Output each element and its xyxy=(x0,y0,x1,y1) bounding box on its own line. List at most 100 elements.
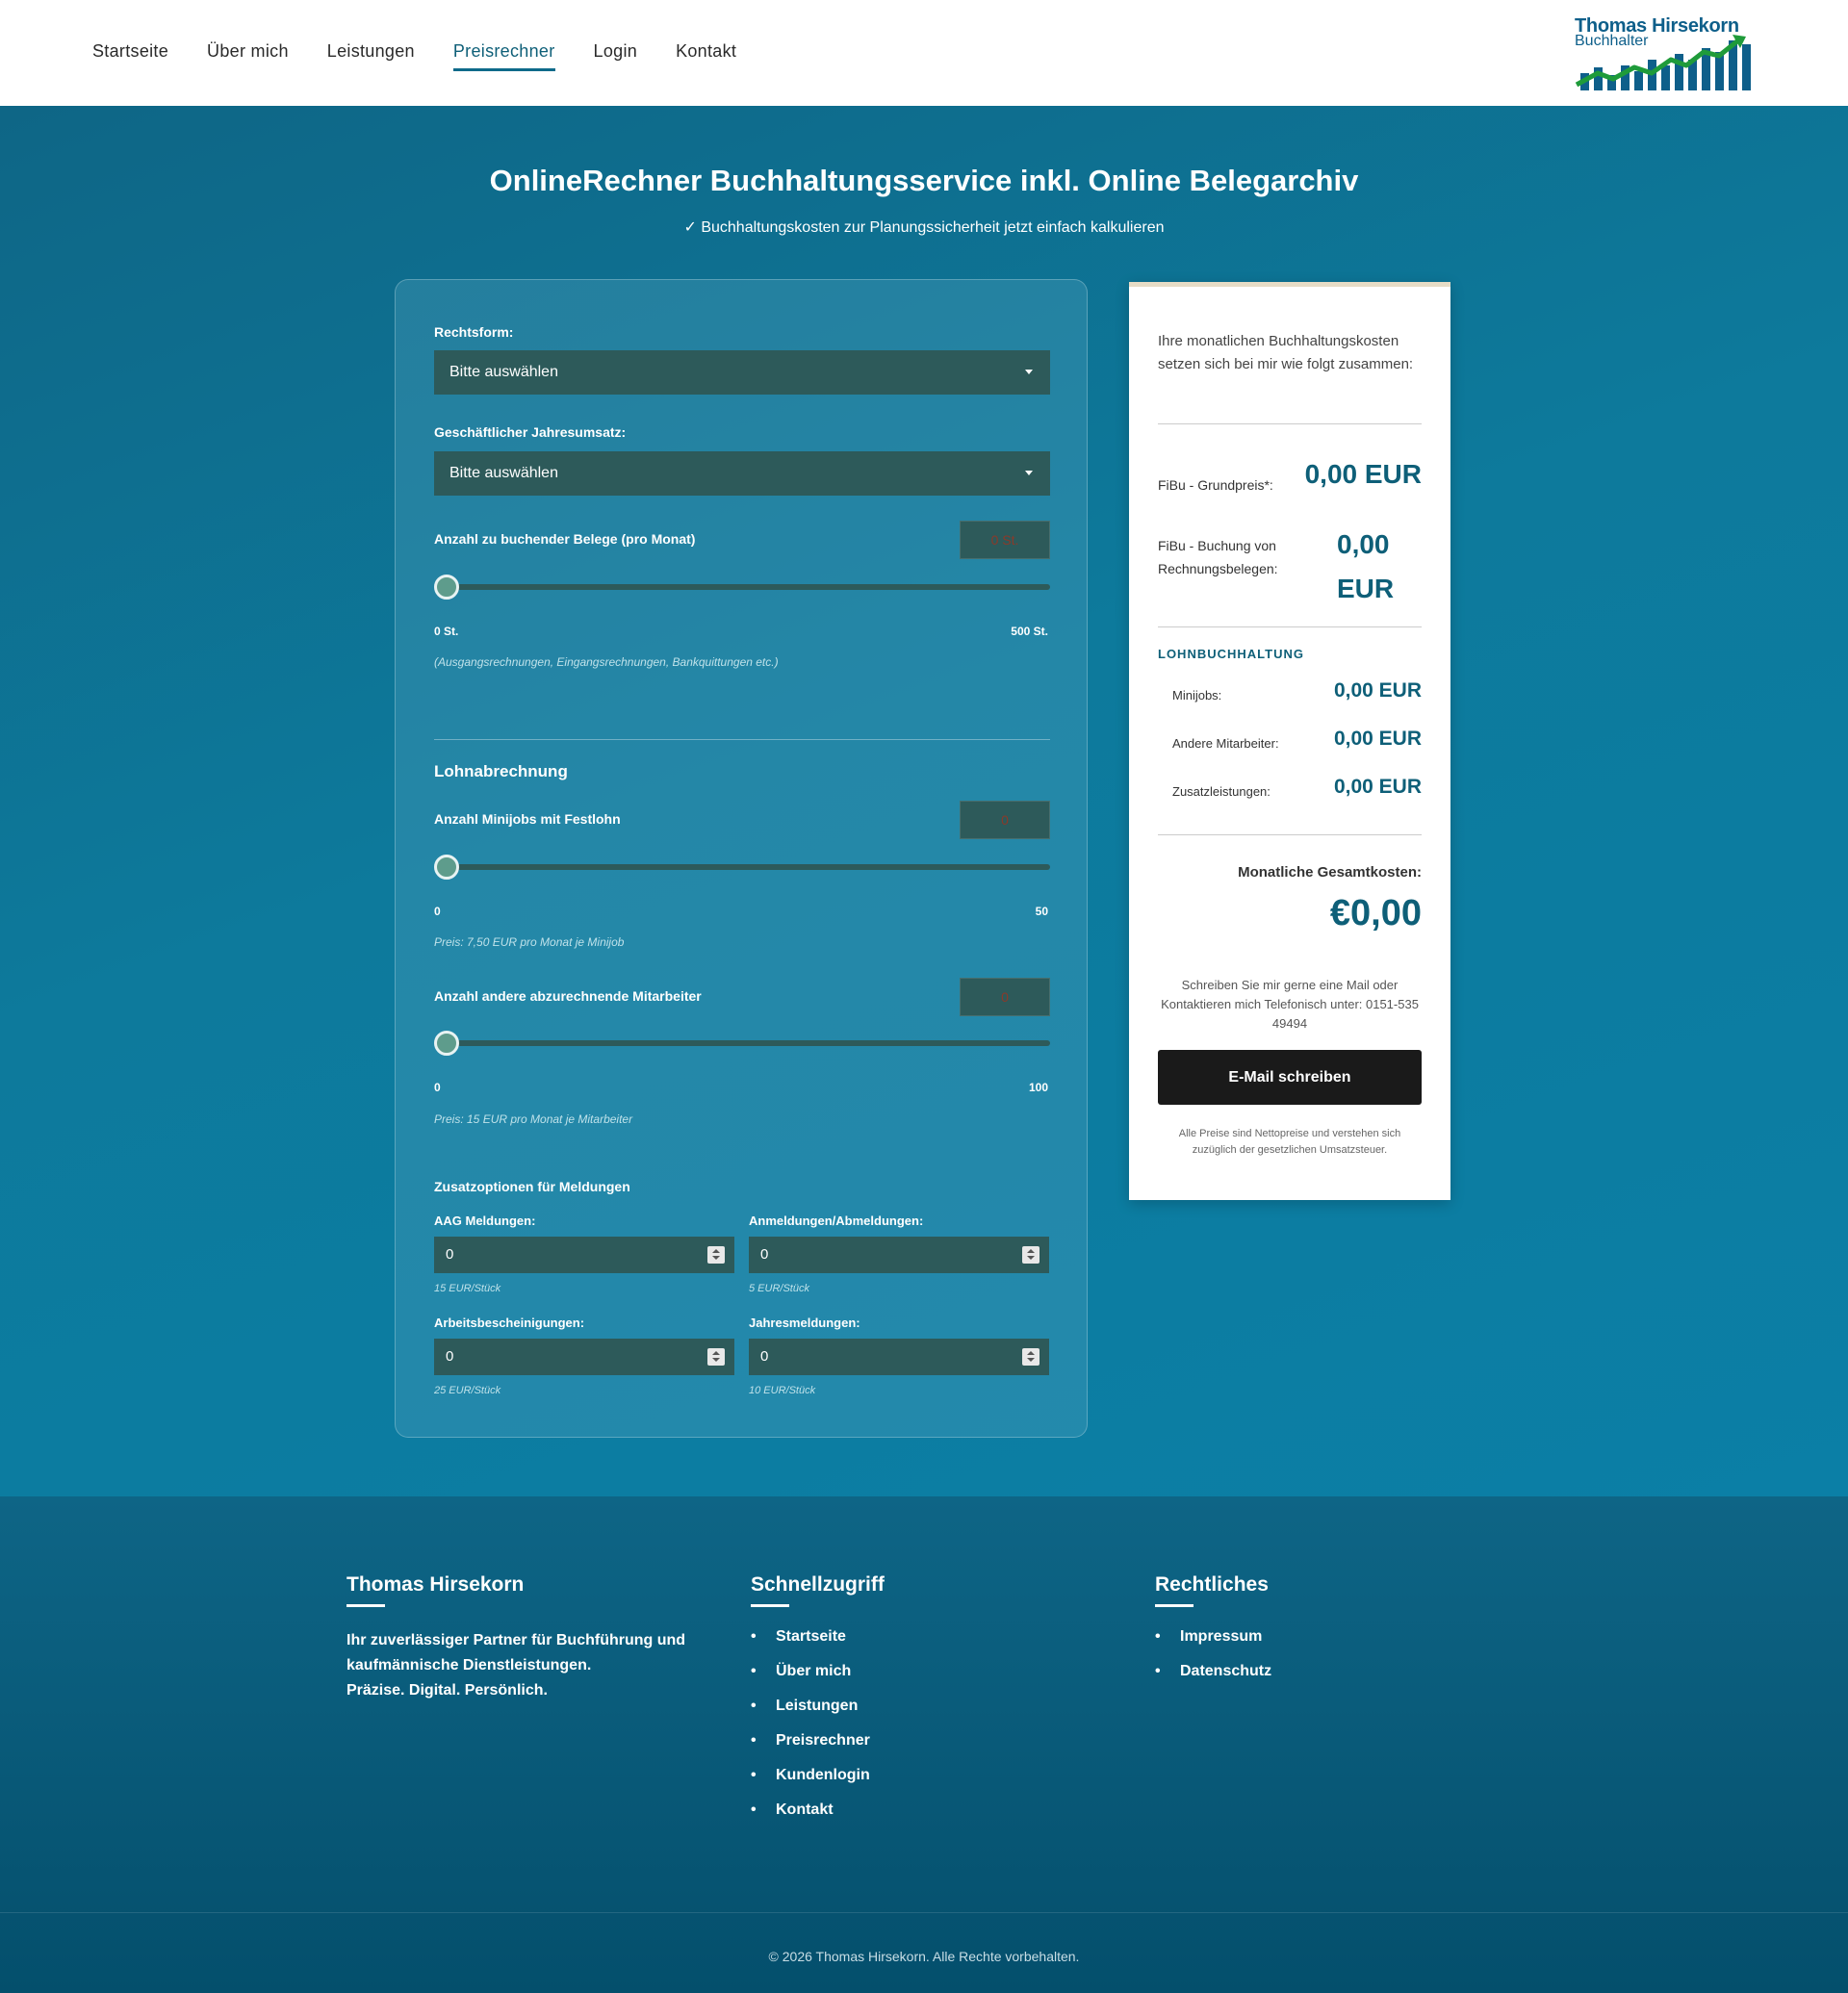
minijobs-cost-label: Minijobs: xyxy=(1172,688,1222,703)
mitarbeiter-cost-label: Andere Mitarbeiter: xyxy=(1172,736,1279,751)
rechtsform-value: Bitte auswählen xyxy=(449,364,558,380)
footer-quicklinks-title: Schnellzugriff xyxy=(751,1573,885,1596)
price-note: Alle Preise sind Nettopreise und versteh… xyxy=(1178,1128,1401,1156)
aag-input[interactable]: 0 xyxy=(434,1237,734,1273)
section-divider xyxy=(434,739,1050,740)
zusatz-cost-value: 0,00 EUR xyxy=(1333,776,1422,798)
logo-chart-icon xyxy=(1575,35,1751,90)
number-stepper-icon[interactable] xyxy=(707,1348,725,1366)
belege-slider[interactable] xyxy=(434,575,1050,600)
nav-item-preisrechner[interactable]: Preisrechner xyxy=(452,41,555,71)
mitarbeiter-slider[interactable] xyxy=(434,1031,1050,1056)
aag-label: AAG Meldungen: xyxy=(434,1214,536,1228)
page-subtitle: ✓ Buchhaltungskosten zur Planungssicherh… xyxy=(683,219,1165,236)
footer-link-kundenlogin[interactable]: Kundenlogin xyxy=(751,1767,1040,1784)
minijobs-slider-handle[interactable] xyxy=(434,855,459,880)
mitarbeiter-min-label: 0 xyxy=(434,1081,441,1094)
logo[interactable]: Thomas Hirsekorn Buchhalter xyxy=(1575,13,1754,90)
mitarbeiter-slider-handle[interactable] xyxy=(434,1031,459,1056)
number-stepper-icon[interactable] xyxy=(1022,1246,1040,1264)
chevron-down-icon xyxy=(1025,370,1033,374)
top-navigation: Startseite Über mich Leistungen Preisrec… xyxy=(0,0,1848,106)
nav-item-login[interactable]: Login xyxy=(594,41,638,71)
anmeldungen-value: 0 xyxy=(760,1246,769,1263)
number-stepper-icon[interactable] xyxy=(1022,1348,1040,1366)
title-underline xyxy=(751,1604,789,1607)
zusatz-heading: Zusatzoptionen für Meldungen xyxy=(434,1179,630,1194)
page-title: OnlineRechner Buchhaltungsservice inkl. … xyxy=(489,164,1359,197)
arbeitsbescheinigungen-hint: 25 EUR/Stück xyxy=(434,1385,501,1396)
buchung-value: 0,00 EUR xyxy=(1337,529,1395,603)
footer-about-title: Thomas Hirsekorn xyxy=(346,1573,525,1596)
summary-divider xyxy=(1158,626,1422,627)
title-underline xyxy=(346,1604,385,1607)
footer-about: Thomas Hirsekorn Ihr zuverlässiger Partn… xyxy=(346,1573,712,1703)
belege-min-label: 0 St. xyxy=(434,625,459,638)
mitarbeiter-cost-value: 0,00 EUR xyxy=(1333,728,1422,750)
lohnbuchhaltung-heading: LOHNBUCHHALTUNG xyxy=(1158,647,1304,661)
umsatz-select[interactable]: Bitte auswählen xyxy=(434,451,1050,496)
minijobs-slider[interactable] xyxy=(434,855,1050,880)
arbeitsbescheinigungen-value: 0 xyxy=(446,1348,454,1365)
footer-link-kontakt[interactable]: Kontakt xyxy=(751,1801,1040,1819)
total-value: €0,00 xyxy=(1329,893,1422,933)
anmeldungen-label: Anmeldungen/Abmeldungen: xyxy=(749,1214,924,1228)
belege-slider-handle[interactable] xyxy=(434,575,459,600)
contact-text: Schreiben Sie mir gerne eine Mail oder K… xyxy=(1161,978,1419,1031)
footer-legal-list: Impressum Datenschutz xyxy=(1155,1628,1444,1680)
number-stepper-icon[interactable] xyxy=(707,1246,725,1264)
belege-hint: (Ausgangsrechnungen, Eingangsrechnungen,… xyxy=(434,655,779,669)
footer-link-preisrechner[interactable]: Preisrechner xyxy=(751,1732,1040,1750)
calculator-card: Rechtsform: Bitte auswählen Geschäftlich… xyxy=(395,279,1088,1438)
email-button[interactable]: E-Mail schreiben xyxy=(1158,1050,1422,1105)
jahresmeldungen-label: Jahresmeldungen: xyxy=(749,1316,860,1330)
mitarbeiter-hint: Preis: 15 EUR pro Monat je Mitarbeiter xyxy=(434,1112,633,1126)
footer-quicklinks-list: Startseite Über mich Leistungen Preisrec… xyxy=(751,1628,1040,1819)
cost-summary-card: Ihre monatlichen Buchhaltungskosten setz… xyxy=(1129,282,1450,1200)
anmeldungen-input[interactable]: 0 xyxy=(749,1237,1049,1273)
nav-item-leistungen[interactable]: Leistungen xyxy=(327,41,415,71)
zusatz-cost-label: Zusatzleistungen: xyxy=(1172,784,1270,799)
footer-link-impressum[interactable]: Impressum xyxy=(1155,1628,1444,1646)
footer-quicklinks: Schnellzugriff Startseite Über mich Leis… xyxy=(751,1573,1040,1836)
footer-link-ueber-mich[interactable]: Über mich xyxy=(751,1663,1040,1680)
minijobs-max-label: 50 xyxy=(1035,905,1048,918)
grundpreis-label: FiBu - Grundpreis*: xyxy=(1158,477,1273,493)
mitarbeiter-value-box: 0 xyxy=(960,978,1050,1016)
chevron-down-icon xyxy=(1025,471,1033,475)
footer-about-text: Ihr zuverlässiger Partner für Buchführun… xyxy=(346,1632,686,1674)
footer-link-datenschutz[interactable]: Datenschutz xyxy=(1155,1663,1444,1680)
nav-item-startseite[interactable]: Startseite xyxy=(92,41,168,71)
minijobs-hint: Preis: 7,50 EUR pro Monat je Minijob xyxy=(434,935,625,949)
minijobs-min-label: 0 xyxy=(434,905,441,918)
total-label: Monatliche Gesamtkosten: xyxy=(1238,864,1422,881)
summary-divider xyxy=(1158,834,1422,835)
belege-max-label: 500 St. xyxy=(1011,625,1048,638)
jahresmeldungen-value: 0 xyxy=(760,1348,769,1365)
rechtsform-select[interactable]: Bitte auswählen xyxy=(434,350,1050,395)
aag-hint: 15 EUR/Stück xyxy=(434,1283,501,1294)
footer-legal: Rechtliches Impressum Datenschutz xyxy=(1155,1573,1444,1698)
nav-item-ueber-mich[interactable]: Über mich xyxy=(207,41,289,71)
jahresmeldungen-input[interactable]: 0 xyxy=(749,1339,1049,1375)
footer-link-leistungen[interactable]: Leistungen xyxy=(751,1698,1040,1715)
belege-value-box: 0 St. xyxy=(960,521,1050,559)
grundpreis-value: 0,00 EUR xyxy=(1304,459,1422,489)
footer-about-tagline: Präzise. Digital. Persönlich. xyxy=(346,1682,548,1699)
summary-intro: Ihre monatlichen Buchhaltungskosten setz… xyxy=(1158,333,1414,372)
jahresmeldungen-hint: 10 EUR/Stück xyxy=(749,1385,816,1396)
mitarbeiter-label: Anzahl andere abzurechnende Mitarbeiter xyxy=(434,988,702,1004)
arbeitsbescheinigungen-input[interactable]: 0 xyxy=(434,1339,734,1375)
minijobs-value-box: 0 xyxy=(960,801,1050,839)
footer-link-startseite[interactable]: Startseite xyxy=(751,1628,1040,1646)
anmeldungen-hint: 5 EUR/Stück xyxy=(749,1283,809,1294)
arbeitsbescheinigungen-label: Arbeitsbescheinigungen: xyxy=(434,1316,585,1330)
umsatz-label: Geschäftlicher Jahresumsatz: xyxy=(434,424,627,440)
mitarbeiter-max-label: 100 xyxy=(1028,1081,1048,1094)
nav-item-kontakt[interactable]: Kontakt xyxy=(676,41,736,71)
summary-divider xyxy=(1158,423,1422,424)
lohn-heading: Lohnabrechnung xyxy=(434,762,568,780)
belege-label: Anzahl zu buchender Belege (pro Monat) xyxy=(434,531,696,547)
hero-section: OnlineRechner Buchhaltungsservice inkl. … xyxy=(0,106,1848,1496)
buchung-label: FiBu - Buchung von Rechnungsbelegen: xyxy=(1158,538,1278,576)
